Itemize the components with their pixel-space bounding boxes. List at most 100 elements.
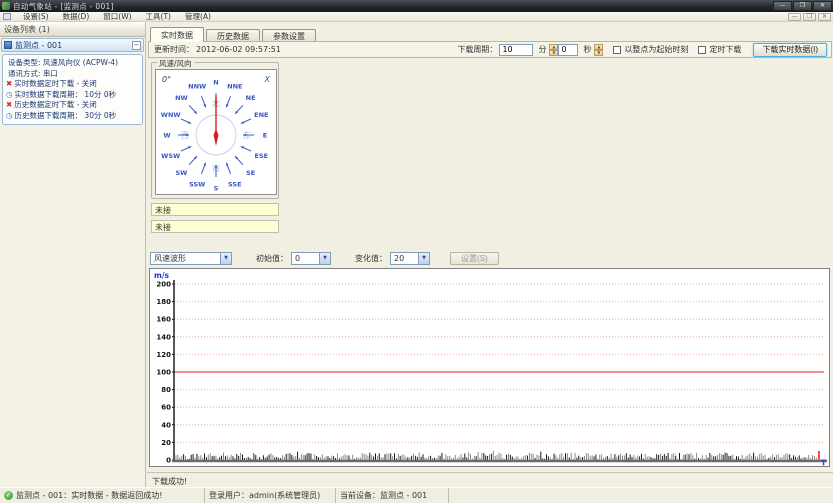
wind-speed-readout: 未接 — [151, 203, 279, 216]
menu-manage[interactable]: 管理(A) — [178, 12, 218, 21]
svg-text:20: 20 — [161, 439, 171, 447]
wind-direction-readout: 未接 — [151, 220, 279, 233]
wind-speed-chart: m/s020406080100120140160180200T — [149, 268, 830, 467]
seconds-unit: 秒 — [583, 44, 591, 55]
spin-down-icon[interactable]: ▼ — [549, 50, 558, 56]
svg-text:m/s: m/s — [154, 271, 170, 280]
svg-text:NW: NW — [175, 94, 188, 102]
menu-settings[interactable]: 设置(S) — [16, 12, 56, 21]
svg-text:SSW: SSW — [189, 181, 205, 189]
timed-download-label: 定时下载 — [709, 44, 741, 55]
x-icon: ✖ — [6, 79, 12, 88]
seconds-stepper[interactable]: ▲▼ — [594, 44, 603, 56]
chevron-down-icon[interactable]: ▼ — [319, 253, 330, 264]
svg-text:100: 100 — [156, 369, 171, 377]
period-label: 下载周期： — [457, 44, 497, 55]
svg-text:ESE: ESE — [255, 152, 269, 160]
status-message: 监测点 - 001：实时数据 - 数据返回成功! — [16, 490, 162, 501]
initial-value-label: 初始值： — [256, 253, 288, 264]
update-time-label: 更新时间： — [154, 44, 194, 55]
svg-text:W: W — [163, 132, 170, 140]
status-bar: ✓ 监测点 - 001：实时数据 - 数据返回成功! 登录用户：admin(系统… — [0, 487, 833, 503]
hour-start-label: 以整点为起始时刻 — [624, 44, 688, 55]
device-list-header: 设备列表 (1) — [0, 22, 145, 37]
svg-text:T: T — [821, 459, 827, 467]
window-title: 自动气象站 - [监测点 - 001] — [13, 1, 773, 12]
svg-text:ENE: ENE — [254, 111, 268, 119]
login-user-cell: 登录用户：admin(系统管理员) — [205, 488, 336, 503]
mdi-restore-button[interactable]: ❐ — [803, 13, 816, 21]
change-value-select[interactable]: 20 ▼ — [390, 252, 430, 265]
status-message-cell: ✓ 监测点 - 001：实时数据 - 数据返回成功! — [0, 488, 205, 503]
timed-download-checkbox[interactable] — [698, 46, 706, 54]
svg-text:SW: SW — [175, 169, 187, 177]
title-bar: 自动气象站 - [监测点 - 001] — ❐ ✕ — [0, 0, 833, 12]
initial-value-select[interactable]: 0 ▼ — [291, 252, 331, 265]
tab-strip: 实时数据 历史数据 参数设置 — [150, 27, 318, 42]
history-timed-line: ✖历史数据定时下载 - 关闭 — [6, 100, 140, 111]
svg-text:60: 60 — [161, 404, 171, 412]
spin-down-icon[interactable]: ▼ — [594, 50, 603, 56]
app-icon — [2, 2, 10, 10]
login-user: 登录用户：admin(系统管理员) — [209, 490, 320, 501]
realtime-period-line: ◷实时数据下载周期： 10分 0秒 — [6, 90, 140, 101]
change-value-label: 变化值： — [355, 253, 387, 264]
svg-text:N: N — [213, 79, 218, 87]
svg-text:E: E — [263, 132, 267, 140]
menu-window[interactable]: 窗口(W) — [96, 12, 138, 21]
svg-text:NNE: NNE — [227, 83, 242, 91]
svg-text:160: 160 — [156, 316, 171, 324]
download-realtime-button[interactable]: 下载实时数据(I) — [753, 43, 827, 57]
svg-text:SE: SE — [246, 169, 255, 177]
svg-text:S: S — [214, 185, 219, 193]
svg-text:X: X — [264, 75, 271, 84]
compass-svg: 0°X北南东西NNNENEENEEESESESSESSSWSWWSWWWNWNW… — [156, 70, 276, 194]
device-info-panel: 设备类型: 风速风向仪 (ACPW-4) 通讯方式: 串口 ✖实时数据定时下载 … — [2, 54, 143, 125]
chevron-down-icon[interactable]: ▼ — [418, 253, 429, 264]
current-device-cell: 当前设备：监测点 - 001 — [336, 488, 449, 503]
maximize-button[interactable]: ❐ — [793, 1, 812, 11]
tree-item-station-001[interactable]: 监测点 - 001 − — [1, 38, 144, 52]
svg-text:120: 120 — [156, 351, 171, 359]
wind-group-label: 风速/风向 — [157, 58, 194, 69]
chart-controls: 风速波形 ▼ 初始值： 0 ▼ 变化值： 20 ▼ 设置(S) — [150, 251, 830, 266]
set-button: 设置(S) — [450, 252, 499, 265]
seconds-input[interactable] — [558, 44, 578, 56]
collapse-icon[interactable]: − — [132, 41, 141, 50]
clock-icon: ◷ — [6, 111, 13, 120]
wind-group-box: 风速/风向 0°X北南东西NNNENEENEEESESESSESSSWSWWSW… — [151, 62, 279, 199]
svg-text:40: 40 — [161, 421, 171, 429]
mdi-child-icon — [3, 13, 11, 20]
svg-text:NNW: NNW — [188, 83, 206, 91]
wind-compass: 0°X北南东西NNNENEENEEESESESSESSSWSWWSWWWNWNW… — [155, 69, 277, 195]
tree-item-label: 监测点 - 001 — [15, 40, 132, 51]
minimize-button[interactable]: — — [773, 1, 792, 11]
menu-data[interactable]: 数据(D) — [56, 12, 97, 21]
chevron-down-icon[interactable]: ▼ — [220, 253, 231, 264]
device-sidebar: 设备列表 (1) 监测点 - 001 − 设备类型: 风速风向仪 (ACPW-4… — [0, 22, 146, 487]
menu-tools[interactable]: 工具(T) — [139, 12, 178, 21]
minutes-input[interactable] — [499, 44, 533, 56]
clock-icon: ◷ — [6, 90, 13, 99]
close-button[interactable]: ✕ — [813, 1, 832, 11]
svg-text:WNW: WNW — [161, 111, 181, 119]
svg-text:200: 200 — [156, 281, 171, 289]
hour-start-checkbox[interactable] — [613, 46, 621, 54]
history-period-line: ◷历史数据下载周期： 30分 0秒 — [6, 111, 140, 122]
waveform-select[interactable]: 风速波形 ▼ — [150, 252, 232, 265]
download-toolbar: 更新时间： 2012-06-02 09:57:51 下载周期： 分 ▲▼ 秒 ▲… — [148, 41, 832, 58]
minutes-unit: 分 — [538, 44, 546, 55]
svg-text:0°: 0° — [162, 75, 171, 84]
realtime-timed-line: ✖实时数据定时下载 - 关闭 — [6, 79, 140, 90]
mdi-minimize-button[interactable]: — — [788, 13, 801, 21]
comm-mode-line: 通讯方式: 串口 — [6, 69, 140, 80]
svg-text:WSW: WSW — [161, 152, 180, 160]
svg-text:80: 80 — [161, 386, 171, 394]
svg-text:140: 140 — [156, 333, 171, 341]
mdi-close-button[interactable]: ✕ — [818, 13, 831, 21]
success-icon: ✓ — [4, 491, 13, 500]
svg-text:0: 0 — [166, 457, 171, 465]
tab-realtime-data[interactable]: 实时数据 — [150, 27, 204, 42]
current-device: 当前设备：监测点 - 001 — [340, 490, 427, 501]
minutes-stepper[interactable]: ▲▼ — [549, 44, 558, 56]
